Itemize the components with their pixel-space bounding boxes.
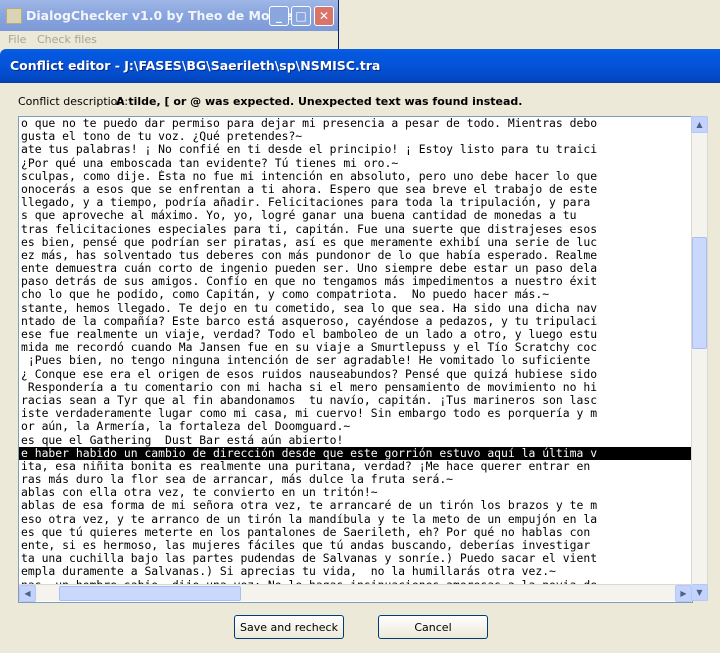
editor-line[interactable]: tras felicitaciones especiales para ti, … bbox=[19, 223, 692, 236]
editor-line[interactable]: s que aproveche al máximo. Yo, yo, logré… bbox=[19, 209, 692, 222]
editor-line[interactable]: ras más duro la flor sea de arrancar, má… bbox=[19, 473, 692, 486]
editor-lines: o que no te puedo dar permiso para dejar… bbox=[19, 117, 692, 584]
vertical-scroll-thumb[interactable] bbox=[692, 237, 707, 349]
arrow-up-icon: ▲ bbox=[696, 120, 703, 129]
vertical-scrollbar[interactable]: ▲ ▼ bbox=[691, 116, 708, 601]
editor-line[interactable]: racias sean a Tyr que al fin abandonamos… bbox=[19, 394, 692, 407]
arrow-down-icon: ▼ bbox=[696, 588, 703, 597]
dialog-title: Conflict editor - J:\FASES\BG\Saerileth\… bbox=[10, 58, 381, 73]
editor-line[interactable]: ¡Pues bien, no tengo ninguna intención d… bbox=[19, 354, 692, 367]
scroll-left-button[interactable]: ◀ bbox=[19, 585, 36, 602]
scroll-down-button[interactable]: ▼ bbox=[691, 584, 708, 601]
editor-line[interactable]: ¿ Conque ese era el origen de esos ruido… bbox=[19, 368, 692, 381]
editor-line[interactable]: cho lo que he podido, como Capitán, y co… bbox=[19, 288, 692, 301]
editor-line[interactable]: gusta el tono de tu voz. ¿Qué pretendes?… bbox=[19, 130, 692, 143]
editor-line[interactable]: or aún, la Armería, la fortaleza del Doo… bbox=[19, 420, 692, 433]
editor-line[interactable]: ta una cuchilla bajo las partes pudendas… bbox=[19, 552, 692, 565]
cancel-label: Cancel bbox=[414, 620, 452, 634]
menu-check-files[interactable]: Check files bbox=[37, 33, 97, 46]
editor-line[interactable]: ita, esa niñita bonita es realmente una … bbox=[19, 460, 692, 473]
editor-line[interactable]: ablas de esa forma de mi señora otra vez… bbox=[19, 499, 692, 512]
minimize-button[interactable]: _ bbox=[269, 6, 289, 26]
editor-line[interactable]: mida me recordó cuando Ma Jansen fue en … bbox=[19, 341, 692, 354]
editor-line[interactable]: ablas con ella otra vez, te convierto en… bbox=[19, 486, 692, 499]
dialog-titlebar[interactable]: Conflict editor - J:\FASES\BG\Saerileth\… bbox=[0, 49, 720, 83]
arrow-right-icon: ▶ bbox=[680, 589, 687, 598]
editor-line[interactable]: es que tú quieres meterte en los pantalo… bbox=[19, 526, 692, 539]
horizontal-scroll-thumb[interactable] bbox=[59, 586, 241, 601]
editor-line[interactable]: llegado, y a tiempo, podría añadir. Feli… bbox=[19, 196, 692, 209]
conflict-editor-dialog: Conflict editor - J:\FASES\BG\Saerileth\… bbox=[0, 49, 720, 653]
editor-line[interactable]: ate tus palabras! ¡ No confié en ti desd… bbox=[19, 143, 692, 156]
editor-line[interactable]: sculpas, como dije. Ésta no fue mi inten… bbox=[19, 170, 692, 183]
editor-line[interactable]: empla duramente a Salvanas.) Si aprecias… bbox=[19, 565, 692, 578]
scroll-up-button[interactable]: ▲ bbox=[691, 116, 708, 133]
editor-line[interactable]: es bien, pensé que podrían ser piratas, … bbox=[19, 236, 692, 249]
text-editor[interactable]: o que no te puedo dar permiso para dejar… bbox=[18, 116, 693, 603]
menubar: File Check files bbox=[0, 31, 338, 48]
editor-line[interactable]: ente demuestra cuán corto de ingenio pue… bbox=[19, 262, 692, 275]
close-icon: ✕ bbox=[318, 9, 330, 23]
back-titlebar[interactable]: DialogChecker v1.0 by Theo de Morée _ □ … bbox=[0, 0, 338, 31]
conflict-description-label: Conflict description: bbox=[18, 95, 129, 108]
arrow-left-icon: ◀ bbox=[24, 589, 31, 598]
editor-line[interactable]: onocerás a esos que se enfrentan a ti ah… bbox=[19, 183, 692, 196]
cancel-button[interactable]: Cancel bbox=[378, 615, 488, 639]
editor-line[interactable]: paso detrás de sus amigos. Confío en que… bbox=[19, 275, 692, 288]
maximize-icon: □ bbox=[295, 9, 307, 23]
editor-line-highlighted[interactable]: e haber habido un cambio de dirección de… bbox=[19, 446, 692, 460]
save-and-recheck-button[interactable]: Save and recheck bbox=[234, 615, 344, 639]
editor-line[interactable]: ez más, has solventado tus deberes con m… bbox=[19, 249, 692, 262]
app-icon bbox=[6, 8, 22, 24]
editor-line[interactable]: Respondería a tu comentario con mi hacha… bbox=[19, 381, 692, 394]
editor-line[interactable]: ntado de la compañía? Este barco está as… bbox=[19, 315, 692, 328]
minimize-icon: _ bbox=[276, 9, 282, 23]
editor-line[interactable]: iste verdaderamente lugar como mi casa, … bbox=[19, 407, 692, 420]
save-and-recheck-label: Save and recheck bbox=[240, 620, 338, 634]
editor-line[interactable]: ese fue realmente un viaje, verdad? Todo… bbox=[19, 328, 692, 341]
editor-line[interactable]: es que el Gathering Dust Bar está aún ab… bbox=[19, 434, 692, 447]
maximize-button[interactable]: □ bbox=[291, 6, 311, 26]
editor-line[interactable]: stante, hemos llegado. Te dejo en tu com… bbox=[19, 302, 692, 315]
conflict-description-text: A tilde, [ or @ was expected. Unexpected… bbox=[116, 95, 523, 108]
editor-line[interactable]: eso otra vez, y te arranco de un tirón l… bbox=[19, 513, 692, 526]
horizontal-scrollbar[interactable]: ◀ ▶ bbox=[19, 584, 692, 602]
back-window-title: DialogChecker v1.0 by Theo de Morée bbox=[26, 8, 293, 23]
editor-line[interactable]: ente, si es hermoso, las mujeres fáciles… bbox=[19, 539, 692, 552]
editor-line[interactable]: o que no te puedo dar permiso para dejar… bbox=[19, 117, 692, 130]
scroll-right-button[interactable]: ▶ bbox=[675, 585, 692, 602]
editor-line[interactable]: ¿Por qué una emboscada tan evidente? Tú … bbox=[19, 157, 692, 170]
menu-file[interactable]: File bbox=[8, 33, 26, 46]
close-button[interactable]: ✕ bbox=[314, 6, 334, 26]
